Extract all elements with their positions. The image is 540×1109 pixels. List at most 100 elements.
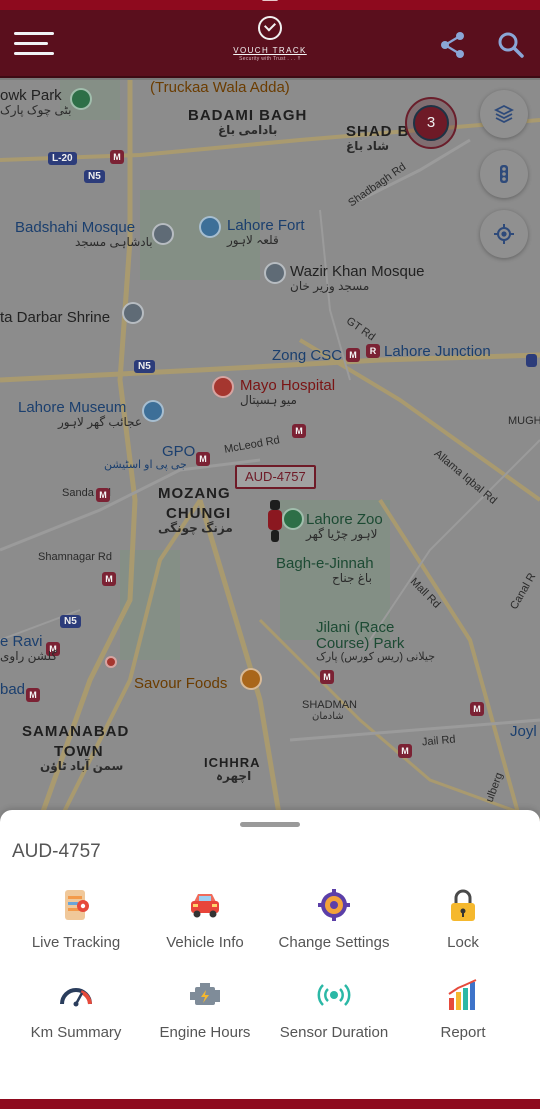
- road-shield-n5: N5: [84, 170, 105, 183]
- report-chart-icon: [448, 979, 477, 1010]
- place-savour: Savour Foods: [134, 675, 228, 692]
- hospital-pin-icon[interactable]: [212, 376, 234, 398]
- road-shield-n5-south: N5: [60, 615, 81, 628]
- place-ravi: e Ravi گلشن راوی: [0, 633, 58, 663]
- vehicle-info-button[interactable]: Vehicle Info: [141, 888, 269, 968]
- place-ichhra: ICHHRA اچھرہ: [204, 755, 261, 783]
- place-darbar: ta Darbar Shrine: [0, 309, 111, 326]
- museum-pin-icon[interactable]: [142, 400, 164, 422]
- change-settings-button[interactable]: Change Settings: [270, 888, 398, 968]
- wazir-pin-icon[interactable]: [264, 262, 286, 284]
- place-museum: Lahore Museum عجائب گھر لاہور: [18, 399, 143, 429]
- lock-label: Lock: [447, 934, 479, 951]
- place-gpo: GPO: [162, 443, 196, 460]
- search-icon[interactable]: [496, 30, 526, 60]
- brand-seal-icon: [258, 16, 282, 40]
- zoo-pin-icon[interactable]: [282, 508, 304, 530]
- place-park: owk Park بٹی چوک پارک: [0, 87, 72, 117]
- place-chungi: CHUNGI مزنگ چونگی: [158, 505, 233, 535]
- settings-gear-icon: [318, 889, 350, 921]
- place-mayo: Mayo Hospital میو ہسپتال: [240, 377, 336, 407]
- my-location-icon: [494, 224, 514, 244]
- brand-name: VOUCH TRACK: [233, 46, 307, 55]
- km-summary-button[interactable]: Km Summary: [12, 978, 140, 1058]
- app-bar: VOUCH TRACK Security with Trust . . . !!: [0, 10, 540, 78]
- place-shadman: SHADMAN شادمان: [302, 699, 358, 722]
- vehicle-actions-sheet: AUD-4757 Live Tracking Vehicle Info Chan…: [0, 810, 540, 1099]
- engine-hours-button[interactable]: Engine Hours: [141, 978, 269, 1058]
- metro-icon: M: [110, 150, 124, 164]
- place-mozang: MOZANG: [158, 485, 231, 502]
- vehicle-cluster-marker[interactable]: 3: [405, 97, 457, 149]
- vehicle-info-label: Vehicle Info: [166, 934, 244, 951]
- metro-icon-jilani: M: [320, 670, 334, 684]
- park-pin-icon[interactable]: [70, 88, 92, 110]
- live-tracking-label: Live Tracking: [31, 934, 121, 951]
- engine-hours-label: Engine Hours: [159, 1024, 251, 1041]
- road-shield-l20: L-20: [48, 152, 77, 165]
- place-lahore-junction: Lahore Junction: [384, 343, 491, 360]
- place-bad: bad: [0, 681, 26, 698]
- place-samanabad: SAMANABAD: [22, 723, 130, 740]
- location-dot-icon[interactable]: [105, 656, 117, 668]
- metro-icon-bad: M: [26, 688, 40, 702]
- sensor-icon: [317, 984, 351, 1006]
- sensor-duration-label: Sensor Duration: [279, 1024, 389, 1041]
- shrine-pin-icon[interactable]: [122, 302, 144, 324]
- place-bagh: Bagh-e-Jinnah باغ جناح: [276, 555, 374, 585]
- place-wazir: Wazir Khan Mosque مسجد وزیر خان: [290, 263, 425, 293]
- metro-icon-joy: M: [470, 702, 484, 716]
- live-tracking-button[interactable]: Live Tracking: [12, 888, 140, 968]
- place-badshahi: Badshahi Mosque بادشاہی مسجد: [15, 219, 153, 249]
- change-settings-label: Change Settings: [278, 934, 390, 951]
- sheet-vehicle-title: AUD-4757: [12, 841, 101, 862]
- place-badami: BADAMI BAGH بادامی باغ: [188, 107, 308, 137]
- live-tracking-icon: [65, 890, 89, 920]
- hamburger-icon[interactable]: [14, 32, 54, 58]
- brand-tagline: Security with Trust . . . !!: [239, 56, 301, 62]
- my-location-button[interactable]: [480, 210, 528, 258]
- engine-icon: [190, 983, 220, 1005]
- lock-button[interactable]: Lock: [399, 888, 527, 968]
- lock-icon: [451, 889, 475, 921]
- road-shamnagar: Shamnagar Rd: [38, 551, 112, 563]
- place-lahore-fort: Lahore Fort قلعہ لاہور: [227, 217, 305, 247]
- place-town: TOWN سمن آباد ٹاؤن: [40, 743, 124, 773]
- metro-icon-sanda: M: [96, 488, 110, 502]
- place-gpo-ur: جی پی او اسٹیشن: [104, 459, 187, 471]
- fort-pin-icon[interactable]: [199, 216, 221, 238]
- place-mugh: MUGH: [508, 415, 540, 427]
- status-indicator: [262, 0, 278, 1]
- mosque-pin-icon[interactable]: [152, 223, 174, 245]
- zong-metro-icon: M: [346, 348, 360, 362]
- layers-icon: [494, 104, 514, 124]
- place-shad: SHAD B شاد باغ: [346, 123, 410, 153]
- car-icon: [191, 894, 219, 918]
- metro-icon-jail: M: [398, 744, 412, 758]
- bottom-strip: [0, 1099, 540, 1109]
- sheet-drag-handle[interactable]: [240, 822, 300, 827]
- report-button[interactable]: Report: [399, 978, 527, 1058]
- metro-icon-mcleod: M: [292, 424, 306, 438]
- share-icon[interactable]: [438, 30, 468, 60]
- status-strip: [0, 0, 540, 10]
- brand-logo: VOUCH TRACK Security with Trust . . . !!: [220, 14, 320, 66]
- restaurant-pin-icon[interactable]: [240, 668, 262, 690]
- report-label: Report: [440, 1024, 486, 1041]
- traffic-icon: [500, 165, 508, 183]
- metro-icon-shamnagar: M: [102, 572, 116, 586]
- km-summary-label: Km Summary: [30, 1024, 122, 1041]
- road-shield-n5-center: N5: [134, 360, 155, 373]
- map-view[interactable]: (Truckaa Wala Adda) owk Park بٹی چوک پارک…: [0, 80, 540, 820]
- traffic-button[interactable]: [480, 150, 528, 198]
- road-shield-n5-east: [526, 354, 537, 367]
- cluster-count: 3: [413, 105, 449, 141]
- layers-button[interactable]: [480, 90, 528, 138]
- sensor-duration-button[interactable]: Sensor Duration: [270, 978, 398, 1058]
- place-truckaa: (Truckaa Wala Adda): [150, 80, 290, 96]
- vehicle-label-tag[interactable]: AUD-4757: [235, 465, 316, 489]
- metro-icon-gpo: M: [196, 452, 210, 466]
- map-roads: [0, 80, 540, 820]
- place-zong: Zong CSC: [272, 347, 343, 364]
- place-joy: Joyl: [510, 723, 537, 740]
